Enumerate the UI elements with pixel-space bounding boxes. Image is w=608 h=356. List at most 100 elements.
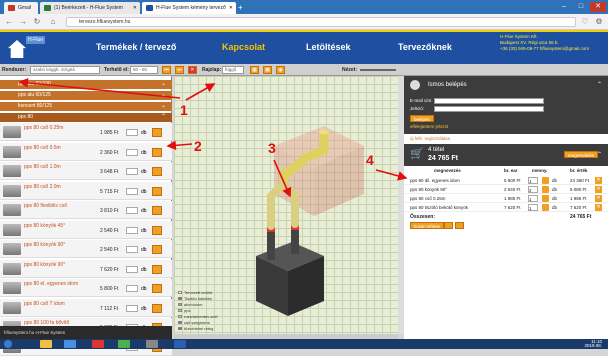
chevron-up-icon[interactable]: ⌃: [597, 76, 602, 94]
product-row[interactable]: pps 80 cső 0.5m 2 360 Ft db: [0, 142, 172, 161]
tab-gmail[interactable]: Gmail: [4, 2, 38, 14]
cart-qty-input[interactable]: 1: [528, 195, 538, 202]
maximize-button[interactable]: □: [573, 2, 589, 12]
forward-icon[interactable]: →: [18, 17, 28, 27]
app-icon[interactable]: [146, 340, 158, 348]
refresh-icon[interactable]: [542, 195, 549, 202]
system-select[interactable]: szabó kéggb. Szigéá: [30, 66, 100, 74]
order-button[interactable]: megrendelés: [564, 151, 599, 158]
category-pps-alu-60-100[interactable]: pps alu 60/100 ⌄: [0, 80, 172, 89]
empty-cart-button[interactable]: kosár ürítése: [410, 222, 445, 229]
print-icon[interactable]: [455, 222, 464, 229]
quantity-input[interactable]: [126, 226, 138, 234]
media-icon[interactable]: [64, 340, 76, 348]
minimize-button[interactable]: –: [556, 2, 572, 12]
cart-qty-input[interactable]: 2: [528, 186, 538, 193]
cart-qty-input[interactable]: 1: [528, 204, 538, 211]
quantity-input[interactable]: [126, 304, 138, 312]
prev-icon[interactable]: ⏮: [162, 66, 171, 74]
login-button[interactable]: belépés: [410, 115, 434, 122]
product-row[interactable]: pps 80 könyök 90° 7 620 Ft db: [0, 259, 172, 278]
reload-icon[interactable]: ↻: [32, 17, 42, 27]
close-icon[interactable]: ✕: [229, 2, 233, 14]
chrome-icon[interactable]: [118, 340, 130, 348]
email-field[interactable]: [434, 98, 544, 104]
next-icon[interactable]: ⏭: [175, 66, 184, 74]
category-pps-alu-60-125[interactable]: pps alu 60/125 ⌄: [0, 91, 172, 100]
camera-icon[interactable]: ◉: [276, 66, 285, 74]
close-icon[interactable]: ✕: [133, 2, 137, 14]
load-select[interactable]: 80 - 80: [130, 66, 158, 74]
refresh-icon[interactable]: [542, 204, 549, 211]
home-icon[interactable]: ⌂: [48, 17, 58, 27]
star-icon[interactable]: ♡: [580, 17, 590, 27]
back-icon[interactable]: ←: [4, 17, 14, 27]
quantity-input[interactable]: [126, 285, 138, 292]
cart-qty-input[interactable]: 1: [528, 177, 538, 184]
product-row[interactable]: pps 80 cső 0.25m 1 985 Ft db: [0, 123, 172, 141]
zoom-slider[interactable]: [360, 69, 396, 71]
start-icon[interactable]: [4, 340, 12, 348]
quantity-input[interactable]: [126, 246, 138, 253]
logo-text: H-Flue: [26, 36, 46, 44]
product-thumbnail: [3, 184, 21, 197]
close-window-button[interactable]: ✕: [590, 2, 606, 12]
product-row[interactable]: pps 80 cső 2.0m 5 715 Ft db: [0, 181, 172, 200]
add-to-cart-icon[interactable]: [152, 206, 162, 215]
quantity-input[interactable]: [126, 207, 138, 214]
category-pps-80[interactable]: pps 80 ⌃: [0, 113, 172, 122]
add-to-cart-icon[interactable]: [152, 225, 162, 235]
settings-icon[interactable]: ⚙: [594, 17, 604, 27]
remove-icon[interactable]: ✕: [595, 177, 602, 184]
product-row[interactable]: pps 80 cső 1.0m 3 648 Ft db: [0, 162, 172, 180]
add-to-cart-icon[interactable]: [152, 186, 162, 196]
new-tab-button[interactable]: +: [238, 4, 248, 12]
add-to-cart-icon[interactable]: [152, 147, 162, 157]
remove-icon[interactable]: ✕: [595, 186, 602, 193]
remove-icon[interactable]: ✕: [595, 195, 602, 202]
folder-icon[interactable]: [40, 340, 52, 348]
url-input[interactable]: tervezo.hfluesystem.hu: [66, 17, 576, 27]
add-to-cart-icon[interactable]: [152, 245, 162, 254]
quantity-input[interactable]: [126, 148, 138, 156]
add-to-cart-icon[interactable]: [152, 264, 162, 274]
quantity-input[interactable]: [126, 187, 138, 195]
quantity-input[interactable]: [126, 265, 138, 273]
sheet-select[interactable]: függő: [222, 66, 244, 74]
nav-downloads[interactable]: Letöltések: [306, 42, 351, 52]
quantity-input[interactable]: [126, 168, 138, 175]
register-link[interactable]: új felh. regisztrálása: [410, 136, 450, 141]
word-icon[interactable]: [174, 340, 186, 348]
add-to-cart-icon[interactable]: [152, 128, 162, 137]
refresh-icon[interactable]: [542, 177, 549, 184]
product-row[interactable]: pps 80 flexibilis cső 3 810 Ft db: [0, 201, 172, 219]
product-row[interactable]: pps 80 könyök 90° 2 540 Ft db: [0, 240, 172, 258]
product-row[interactable]: pps 80 el. egyenes idom 5 800 Ft db: [0, 279, 172, 297]
remove-icon[interactable]: ✕: [595, 204, 602, 211]
nav-contact[interactable]: Kapcsolat: [222, 42, 265, 52]
category-koncent-80-125[interactable]: koncent 80/125 ⌄: [0, 102, 172, 111]
add-to-cart-icon[interactable]: [152, 284, 162, 293]
site-logo[interactable]: H-Flue: [6, 34, 46, 62]
quantity-input[interactable]: [126, 129, 138, 136]
legend-label: pps: [184, 308, 191, 313]
refresh-icon[interactable]: [542, 186, 549, 193]
opera-icon[interactable]: [92, 340, 104, 348]
product-row[interactable]: pps 80 cső T idom 7 112 Ft db: [0, 298, 172, 317]
tab-designer[interactable]: H-Flue System kémény tervező ✕: [142, 2, 236, 14]
image-icon[interactable]: ▣: [263, 66, 272, 74]
add-to-cart-icon[interactable]: [152, 167, 162, 176]
save-icon[interactable]: [444, 222, 453, 229]
add-to-cart-icon[interactable]: [152, 303, 162, 313]
forgot-password-link[interactable]: elfelejtettem jelszót: [410, 124, 448, 129]
nav-designers[interactable]: Tervezőknek: [398, 42, 452, 52]
delete-icon[interactable]: ✕: [188, 66, 197, 74]
tab-inbox[interactable]: (1) Beérkezett - H-Flue System ✕: [40, 2, 140, 14]
password-field[interactable]: [434, 106, 544, 112]
grid-icon[interactable]: ▦: [250, 66, 259, 74]
nav-products[interactable]: Termékek / tervező: [96, 42, 176, 52]
product-thumbnail: [3, 165, 21, 177]
os-taskbar: 11:10 2019.08.: [0, 339, 608, 349]
chevron-up-icon[interactable]: ⌃: [597, 146, 602, 164]
product-row[interactable]: pps 80 könyök 45° 2 540 Ft db: [0, 220, 172, 239]
